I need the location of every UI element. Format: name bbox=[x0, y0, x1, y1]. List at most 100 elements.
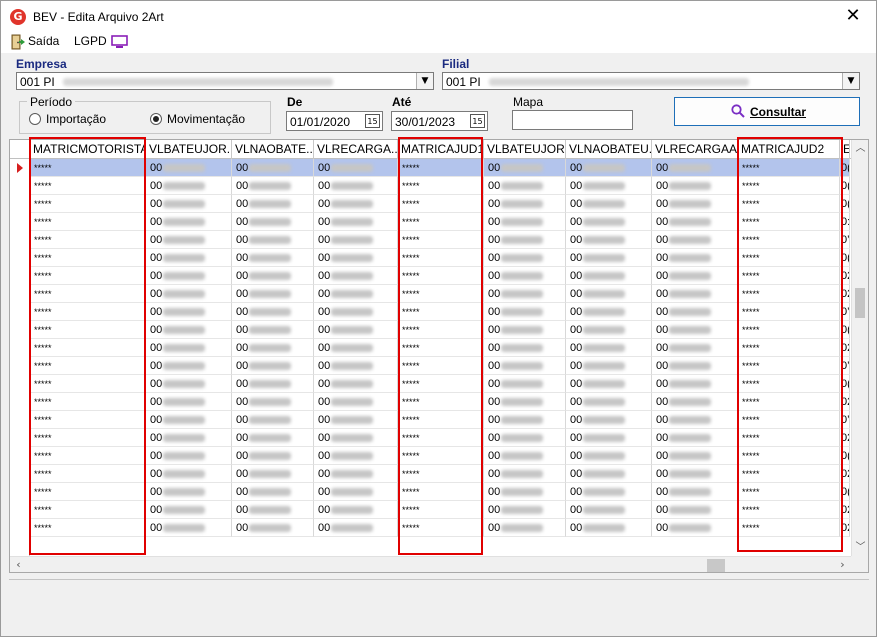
value-cell[interactable]: 02 bbox=[840, 267, 850, 285]
value-cell[interactable]: 00 bbox=[146, 393, 232, 411]
value-cell[interactable]: 00 bbox=[566, 447, 652, 465]
value-cell[interactable]: 00 bbox=[146, 321, 232, 339]
value-cell[interactable]: 00 bbox=[484, 393, 566, 411]
table-row[interactable]: *****000000*****000000*****02 bbox=[30, 519, 850, 537]
menu-lgpd[interactable]: LGPD bbox=[74, 34, 107, 48]
value-cell[interactable]: 00 bbox=[146, 465, 232, 483]
value-cell[interactable]: 0: bbox=[840, 213, 850, 231]
value-cell[interactable]: 0( bbox=[840, 447, 850, 465]
column-header[interactable]: VLBATEUJOR... bbox=[146, 140, 232, 159]
value-cell[interactable]: 00 bbox=[146, 249, 232, 267]
value-cell[interactable]: 00 bbox=[652, 483, 738, 501]
table-row[interactable]: *****000000*****000000*****02 bbox=[30, 393, 850, 411]
value-cell[interactable]: 00 bbox=[232, 411, 314, 429]
value-cell[interactable]: 00 bbox=[652, 501, 738, 519]
value-cell[interactable]: 00 bbox=[652, 285, 738, 303]
masked-cell[interactable]: ***** bbox=[30, 285, 146, 303]
value-cell[interactable]: 00 bbox=[566, 177, 652, 195]
masked-cell[interactable]: ***** bbox=[30, 159, 146, 177]
value-cell[interactable]: 00 bbox=[146, 429, 232, 447]
masked-cell[interactable]: ***** bbox=[398, 285, 484, 303]
value-cell[interactable]: 00 bbox=[566, 357, 652, 375]
value-cell[interactable]: 00 bbox=[484, 375, 566, 393]
masked-cell[interactable]: ***** bbox=[398, 483, 484, 501]
value-cell[interactable]: 00 bbox=[652, 465, 738, 483]
value-cell[interactable]: 00 bbox=[566, 465, 652, 483]
value-cell[interactable]: 00 bbox=[566, 321, 652, 339]
table-row[interactable]: ***** 00 00 00 ***** 00 00 00 ***** 0( bbox=[30, 375, 850, 393]
column-header[interactable]: MATRICAJUD1 bbox=[398, 140, 484, 159]
monitor-icon[interactable] bbox=[111, 35, 128, 49]
value-cell[interactable]: 00 bbox=[652, 303, 738, 321]
value-cell[interactable]: 00 bbox=[314, 195, 398, 213]
masked-cell[interactable]: ***** bbox=[738, 483, 840, 501]
value-cell[interactable]: 0’ bbox=[840, 411, 850, 429]
value-cell[interactable]: 00 bbox=[566, 213, 652, 231]
table-row[interactable]: *****000000*****000000*****02 bbox=[30, 429, 850, 447]
table-row[interactable]: *****000000*****000000*****02 bbox=[30, 501, 850, 519]
value-cell[interactable]: 00 bbox=[232, 429, 314, 447]
masked-cell[interactable]: ***** bbox=[30, 429, 146, 447]
value-cell[interactable]: 00 bbox=[232, 321, 314, 339]
value-cell[interactable]: 00 bbox=[652, 267, 738, 285]
value-cell[interactable]: 00 bbox=[314, 339, 398, 357]
masked-cell[interactable]: ***** bbox=[398, 411, 484, 429]
value-cell[interactable]: 00 bbox=[314, 411, 398, 429]
masked-cell[interactable]: ***** bbox=[30, 447, 146, 465]
value-cell[interactable]: 00 bbox=[314, 519, 398, 537]
value-cell[interactable]: 00 bbox=[566, 483, 652, 501]
masked-cell[interactable]: ***** bbox=[738, 177, 840, 195]
value-cell[interactable]: 00 bbox=[652, 213, 738, 231]
menu-exit[interactable]: Saída bbox=[28, 34, 59, 48]
masked-cell[interactable]: ***** bbox=[738, 339, 840, 357]
value-cell[interactable]: 00 bbox=[232, 393, 314, 411]
radio-importacao-label[interactable]: Importação bbox=[46, 112, 106, 126]
table-row[interactable]: ***** 00 00 00 ***** 00 00 00 ***** 0’ bbox=[30, 231, 850, 249]
masked-cell[interactable]: ***** bbox=[398, 321, 484, 339]
masked-cell[interactable]: ***** bbox=[398, 159, 484, 177]
value-cell[interactable]: 00 bbox=[314, 213, 398, 231]
value-cell[interactable]: 00 bbox=[314, 249, 398, 267]
value-cell[interactable]: 00 bbox=[652, 177, 738, 195]
masked-cell[interactable]: ***** bbox=[738, 411, 840, 429]
value-cell[interactable]: 00 bbox=[232, 249, 314, 267]
masked-cell[interactable]: ***** bbox=[738, 285, 840, 303]
value-cell[interactable]: 00 bbox=[652, 231, 738, 249]
masked-cell[interactable]: ***** bbox=[738, 465, 840, 483]
value-cell[interactable]: 00 bbox=[566, 159, 652, 177]
masked-cell[interactable]: ***** bbox=[30, 357, 146, 375]
data-grid[interactable]: MATRICMOTORISTA VLBATEUJOR... VLNAOBATE...… bbox=[9, 139, 869, 573]
table-row[interactable]: ***** 00 00 00 ***** 00 00 00 ***** 0( bbox=[30, 195, 850, 213]
masked-cell[interactable]: ***** bbox=[398, 465, 484, 483]
value-cell[interactable]: 00 bbox=[146, 285, 232, 303]
empresa-select[interactable]: 001 PI ▼ bbox=[16, 72, 434, 90]
table-row[interactable]: ***** 00 00 00 ***** 00 00 00 ***** 0( bbox=[30, 483, 850, 501]
value-cell[interactable]: 0’ bbox=[840, 231, 850, 249]
value-cell[interactable]: 00 bbox=[566, 285, 652, 303]
value-cell[interactable]: 00 bbox=[566, 249, 652, 267]
table-row[interactable]: ***** 00 00 00 ***** 00 00 00 ***** 0’ bbox=[30, 357, 850, 375]
value-cell[interactable]: 0( bbox=[840, 195, 850, 213]
chevron-down-icon[interactable]: ▼ bbox=[416, 73, 433, 89]
value-cell[interactable]: 00 bbox=[566, 195, 652, 213]
masked-cell[interactable]: ***** bbox=[30, 231, 146, 249]
value-cell[interactable]: 00 bbox=[314, 303, 398, 321]
value-cell[interactable]: 00 bbox=[314, 231, 398, 249]
value-cell[interactable]: 00 bbox=[652, 429, 738, 447]
masked-cell[interactable]: ***** bbox=[30, 267, 146, 285]
close-button[interactable]: ✕ bbox=[830, 1, 876, 31]
value-cell[interactable]: 00 bbox=[484, 231, 566, 249]
value-cell[interactable]: 00 bbox=[314, 429, 398, 447]
masked-cell[interactable]: ***** bbox=[398, 177, 484, 195]
table-row[interactable]: *****000000*****000000*****02 bbox=[30, 267, 850, 285]
value-cell[interactable]: 00 bbox=[146, 501, 232, 519]
value-cell[interactable]: 0( bbox=[840, 375, 850, 393]
value-cell[interactable]: 00 bbox=[652, 375, 738, 393]
value-cell[interactable]: 00 bbox=[652, 195, 738, 213]
value-cell[interactable]: 00 bbox=[146, 357, 232, 375]
value-cell[interactable]: 00 bbox=[566, 267, 652, 285]
chevron-down-icon[interactable]: ﹀ bbox=[852, 539, 868, 556]
value-cell[interactable]: 00 bbox=[484, 339, 566, 357]
value-cell[interactable]: 00 bbox=[314, 447, 398, 465]
masked-cell[interactable]: ***** bbox=[398, 447, 484, 465]
